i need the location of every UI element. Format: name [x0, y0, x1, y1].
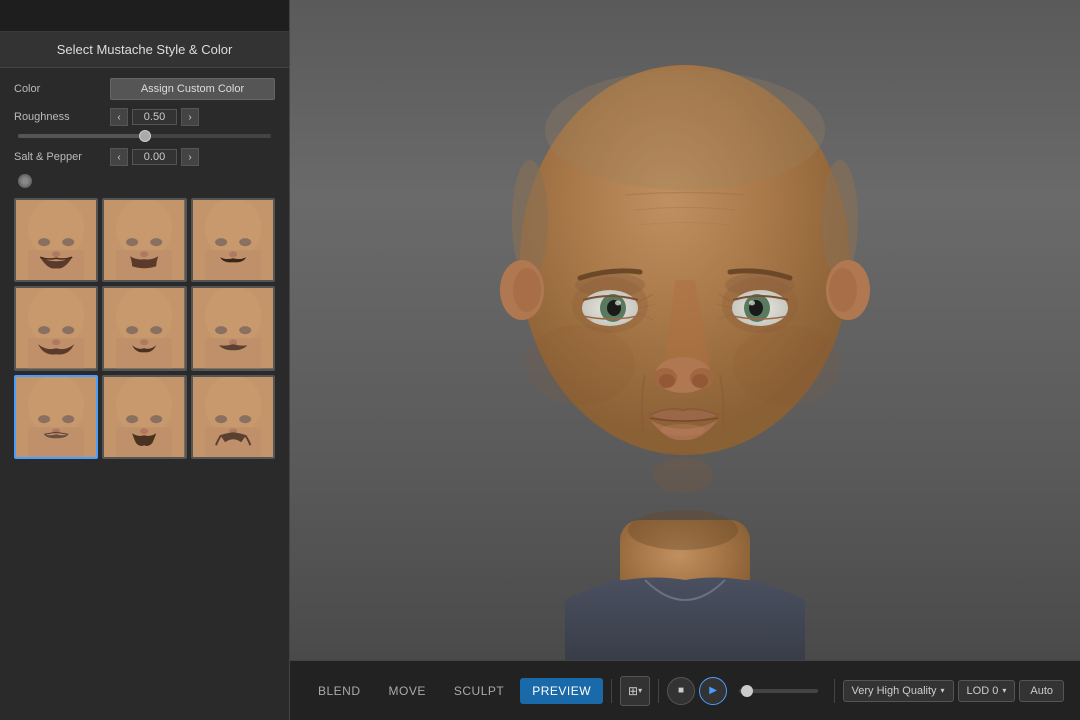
- face-preview: [425, 0, 945, 660]
- mustache-style-2[interactable]: [102, 198, 186, 282]
- viewport-options-button[interactable]: ⊞ ▾: [620, 676, 650, 706]
- roughness-slider-fill: [18, 134, 145, 138]
- grid-icon: ⊞: [628, 684, 638, 698]
- salt-pepper-swatch: [18, 174, 32, 188]
- auto-button[interactable]: Auto: [1019, 680, 1064, 702]
- face-container: [290, 0, 1080, 660]
- salt-pepper-row: Salt & Pepper ‹ 0.00 ›: [14, 148, 275, 166]
- mustache-style-grid: [14, 198, 275, 459]
- play-icon: ▶: [709, 685, 717, 696]
- separator-2: [658, 679, 659, 703]
- mustache-style-5[interactable]: [102, 286, 186, 370]
- mustache-style-7[interactable]: [14, 375, 98, 459]
- salt-pepper-control: ‹ 0.00 ›: [110, 148, 275, 166]
- salt-pepper-decrement[interactable]: ‹: [110, 148, 128, 166]
- roughness-row: Roughness ‹ 0.50 ›: [14, 108, 275, 126]
- lod-chevron-icon: ▾: [1002, 686, 1006, 695]
- lod-dropdown[interactable]: LOD 0 ▾: [958, 680, 1016, 702]
- left-panel: Select Mustache Style & Color Color Assi…: [0, 0, 290, 720]
- roughness-value: 0.50: [132, 109, 177, 125]
- bottom-toolbar: BLEND MOVE SCULPT PREVIEW ⊞ ▾ ■ ▶ Very H…: [290, 660, 1080, 720]
- roughness-slider-row: [14, 134, 275, 138]
- assign-custom-color-button[interactable]: Assign Custom Color: [110, 78, 275, 100]
- mustache-style-6[interactable]: [191, 286, 275, 370]
- roughness-slider-thumb[interactable]: [139, 130, 151, 142]
- roughness-slider-track[interactable]: [18, 134, 271, 138]
- salt-pepper-value: 0.00: [132, 149, 177, 165]
- timeline-thumb[interactable]: [741, 685, 753, 697]
- move-button[interactable]: MOVE: [377, 678, 438, 704]
- quality-chevron-icon: ▾: [941, 686, 945, 695]
- panel-content: Color Assign Custom Color Roughness ‹ 0.…: [0, 68, 289, 720]
- stop-button[interactable]: ■: [667, 677, 695, 705]
- roughness-control: ‹ 0.50 ›: [110, 108, 275, 126]
- panel-header: Select Mustache Style & Color: [0, 32, 289, 68]
- sculpt-button[interactable]: SCULPT: [442, 678, 516, 704]
- mustache-style-9[interactable]: [191, 375, 275, 459]
- salt-pepper-increment[interactable]: ›: [181, 148, 199, 166]
- roughness-label: Roughness: [14, 111, 104, 123]
- quality-dropdown[interactable]: Very High Quality ▾: [843, 680, 954, 702]
- preview-button[interactable]: PREVIEW: [520, 678, 603, 704]
- stop-icon: ■: [678, 685, 684, 696]
- main-viewport: [290, 0, 1080, 660]
- dropdown-arrow-icon: ▾: [638, 686, 642, 695]
- color-row: Color Assign Custom Color: [14, 78, 275, 100]
- salt-pepper-label: Salt & Pepper: [14, 151, 104, 163]
- roughness-decrement[interactable]: ‹: [110, 108, 128, 126]
- play-button[interactable]: ▶: [699, 677, 727, 705]
- blend-button[interactable]: BLEND: [306, 678, 373, 704]
- mustache-style-3[interactable]: [191, 198, 275, 282]
- roughness-increment[interactable]: ›: [181, 108, 199, 126]
- playback-controls: ■ ▶: [667, 677, 727, 705]
- separator-3: [834, 679, 835, 703]
- quality-label: Very High Quality: [852, 685, 937, 697]
- timeline-slider[interactable]: [739, 689, 818, 693]
- mustache-style-4[interactable]: [14, 286, 98, 370]
- mustache-style-8[interactable]: [102, 375, 186, 459]
- color-label: Color: [14, 83, 104, 95]
- lod-label: LOD 0: [967, 685, 999, 697]
- separator-1: [611, 679, 612, 703]
- mustache-style-1[interactable]: [14, 198, 98, 282]
